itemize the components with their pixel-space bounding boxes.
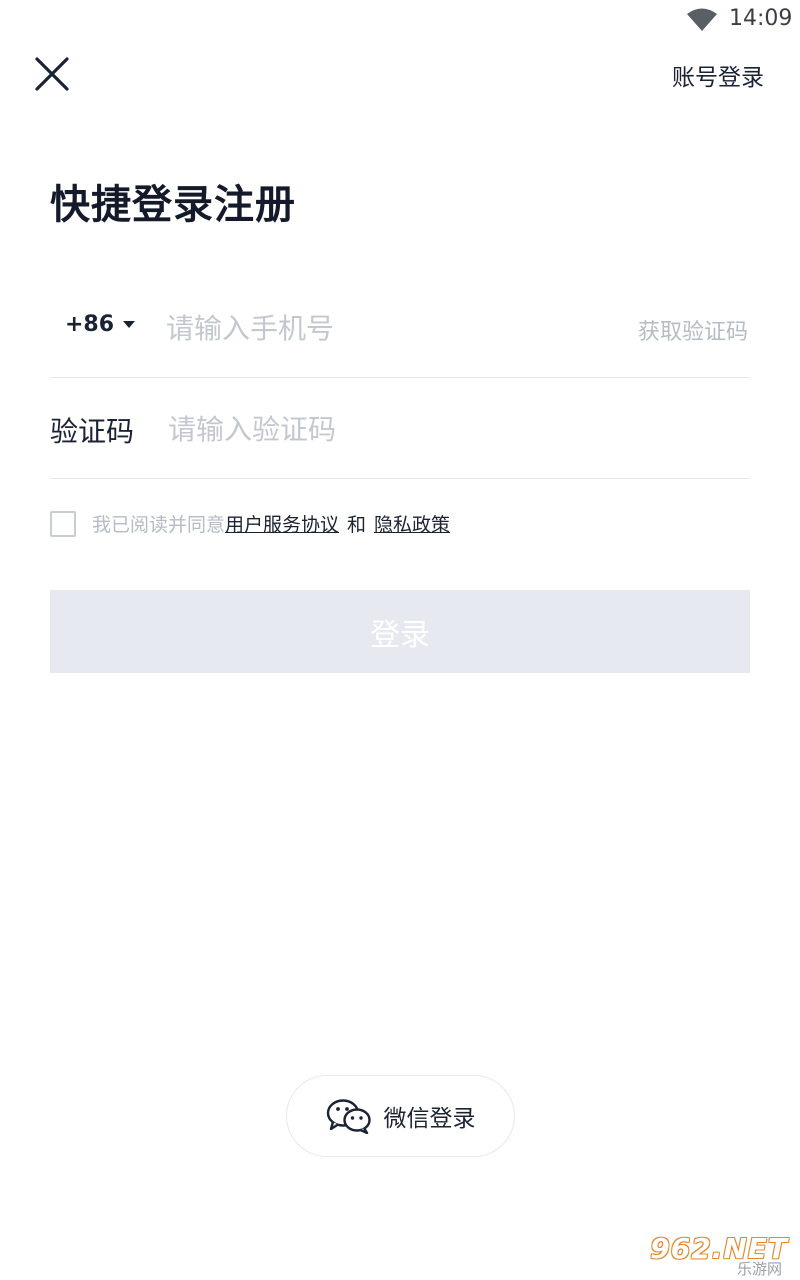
close-icon	[35, 57, 69, 91]
agreement-row: 我已阅读并同意 用户服务协议 和 隐私政策	[50, 510, 450, 537]
get-code-button[interactable]: 获取验证码	[638, 314, 748, 346]
account-login-link[interactable]: 账号登录	[672, 58, 764, 92]
chevron-down-icon	[123, 321, 136, 328]
agreement-prefix: 我已阅读并同意	[92, 514, 226, 536]
code-label: 验证码	[50, 415, 135, 448]
phone-input[interactable]	[166, 306, 606, 350]
code-row: 验证码	[50, 378, 750, 479]
wifi-icon	[687, 8, 717, 31]
agreement-and: 和	[347, 514, 367, 536]
country-code-label: +86	[65, 312, 115, 337]
country-code-selector[interactable]: +86	[65, 312, 136, 337]
login-button[interactable]: 登录	[50, 590, 750, 673]
wechat-icon	[326, 1099, 371, 1134]
privacy-link[interactable]: 隐私政策	[374, 510, 450, 537]
watermark-sub: 乐游网	[736, 1260, 782, 1278]
phone-row: +86 获取验证码	[50, 278, 750, 378]
wechat-login-button[interactable]: 微信登录	[286, 1075, 515, 1157]
code-input[interactable]	[168, 407, 668, 451]
page-title: 快捷登录注册	[50, 182, 296, 228]
agree-checkbox[interactable]	[50, 510, 76, 537]
watermark-logo: 962.NET 乐游网	[650, 1232, 792, 1278]
status-bar: 14:09	[0, 0, 800, 40]
close-button[interactable]	[30, 52, 74, 96]
wechat-login-label: 微信登录	[383, 1106, 476, 1132]
status-time: 14:09	[729, 6, 793, 31]
terms-link[interactable]: 用户服务协议	[225, 510, 339, 537]
